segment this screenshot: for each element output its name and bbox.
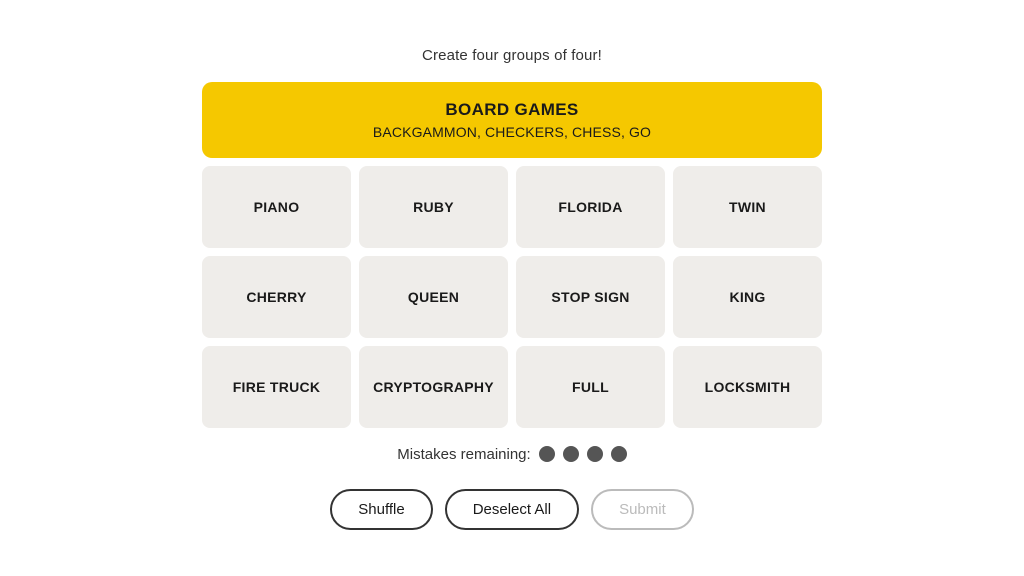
mistakes-label: Mistakes remaining: [397,446,530,463]
grid-cell-full[interactable]: FULL [516,346,665,428]
grid-cell-cherry[interactable]: CHERRY [202,256,351,338]
deselect-all-button[interactable]: Deselect All [445,489,579,530]
mistake-dot-2 [563,446,579,462]
buttons-row: Shuffle Deselect All Submit [202,489,822,530]
grid-cell-fire-truck[interactable]: FIRE TRUCK [202,346,351,428]
grid-cell-florida[interactable]: FLORIDA [516,166,665,248]
mistakes-row: Mistakes remaining: [202,446,822,463]
mistake-dot-4 [611,446,627,462]
category-items: BACKGAMMON, CHECKERS, CHESS, GO [222,124,802,140]
mistake-dot-1 [539,446,555,462]
grid-cell-twin[interactable]: TWIN [673,166,822,248]
grid-cell-king[interactable]: KING [673,256,822,338]
mistake-dot-3 [587,446,603,462]
solved-category-board-games: BOARD GAMES BACKGAMMON, CHECKERS, CHESS,… [202,82,822,158]
page-wrapper: Create four groups of four! BOARD GAMES … [0,27,1024,550]
grid-cell-ruby[interactable]: RUBY [359,166,508,248]
category-title: BOARD GAMES [222,100,802,120]
grid-cell-queen[interactable]: QUEEN [359,256,508,338]
game-container: BOARD GAMES BACKGAMMON, CHECKERS, CHESS,… [202,82,822,530]
word-grid: PIANO RUBY FLORIDA TWIN CHERRY QUEEN STO… [202,166,822,428]
grid-cell-stop-sign[interactable]: STOP SIGN [516,256,665,338]
submit-button[interactable]: Submit [591,489,694,530]
subtitle: Create four groups of four! [422,47,602,64]
grid-cell-cryptography[interactable]: CRYPTOGRAPHY [359,346,508,428]
grid-cell-locksmith[interactable]: LOCKSMITH [673,346,822,428]
grid-cell-piano[interactable]: PIANO [202,166,351,248]
shuffle-button[interactable]: Shuffle [330,489,432,530]
